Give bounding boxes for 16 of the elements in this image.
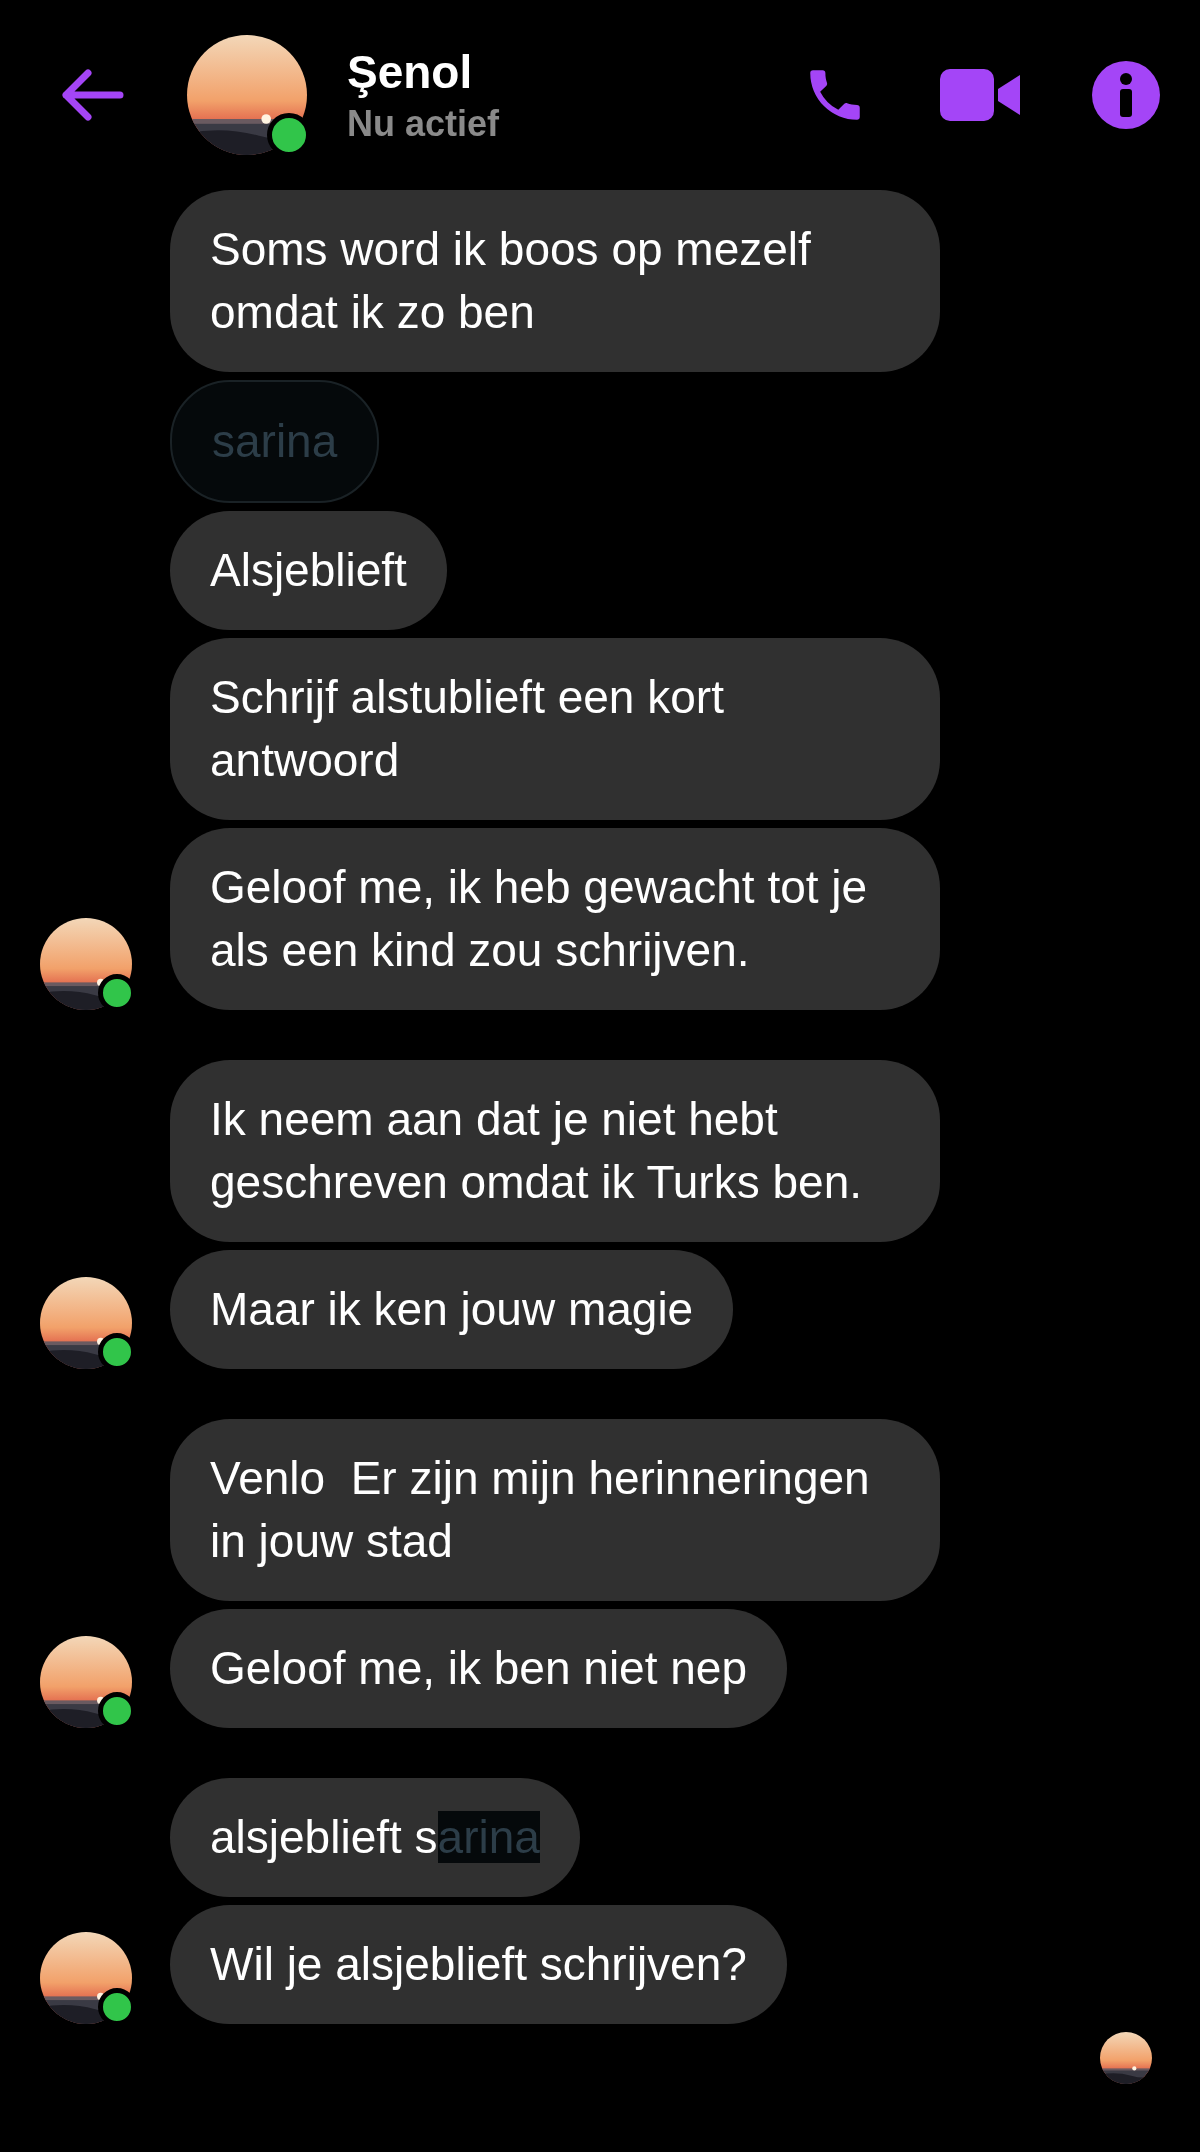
redacted-message: sarina — [170, 380, 380, 503]
active-status: Nu actief — [347, 103, 501, 145]
message-bubble: Geloof me, ik ben niet nep — [170, 1609, 787, 1728]
video-camera-icon[interactable] — [940, 69, 1020, 121]
message-bubble: Alsjeblieft — [170, 511, 447, 630]
back-icon[interactable] — [60, 67, 124, 123]
info-icon[interactable] — [1092, 61, 1160, 129]
message-bubble: Geloof me, ik heb gewacht tot je als een kind zou schrijven. — [170, 828, 940, 1010]
message-bubble: Soms word ik boos op mezelf omdat ik zo ben — [170, 190, 940, 372]
message-bubble: Venlo Er zijn mijn herinneringen in jouw stad — [170, 1419, 940, 1601]
contact-name: Şenol — [347, 45, 474, 99]
message-bubble: Ik neem aan dat je niet hebt geschreven omdat ik Turks ben. — [170, 1060, 940, 1242]
message-bubble: Wil je alsjeblieft schrijven? — [170, 1905, 787, 2024]
message-bubble: Maar ik ken jouw magie — [170, 1250, 734, 1369]
message-bubble: Schrijf alstublieft een kort antwoord — [170, 638, 940, 820]
message-bubble: alsjeblieft sarina — [170, 1778, 580, 1897]
